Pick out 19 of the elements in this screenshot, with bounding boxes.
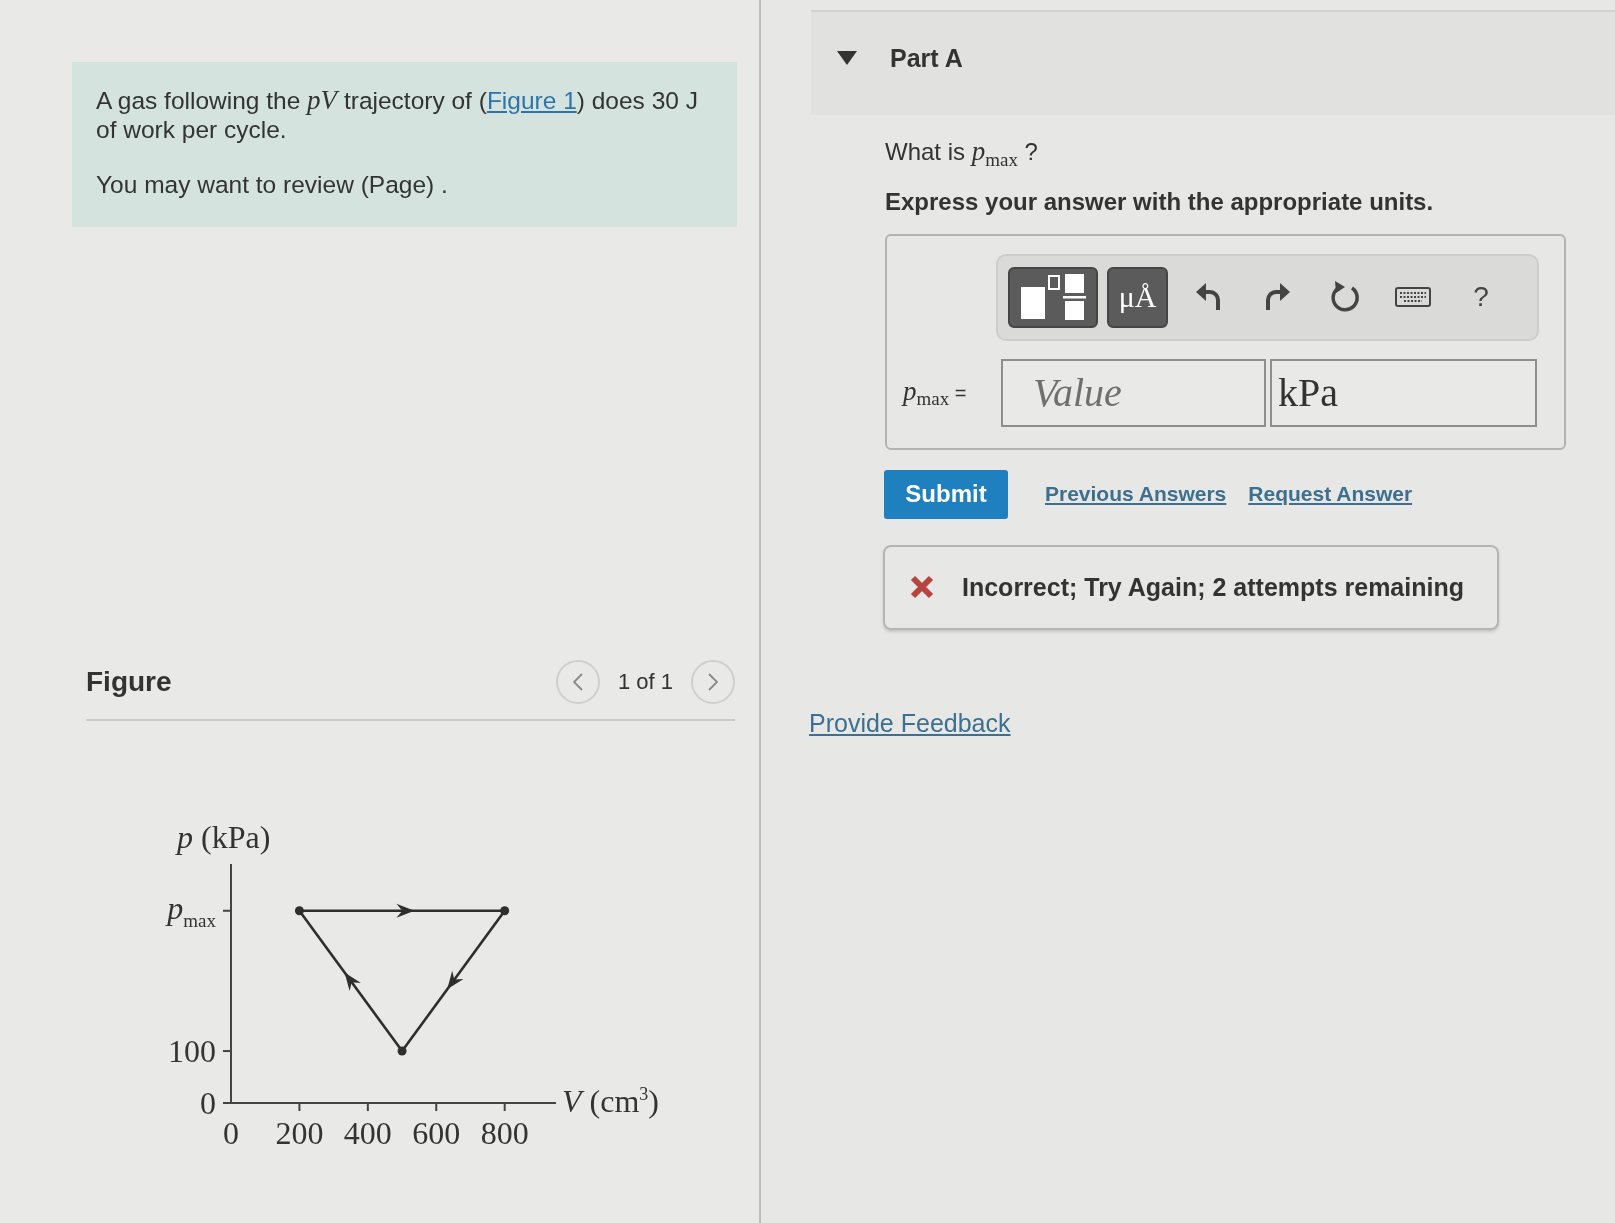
question-text: What is p$_{max}$ ? bbox=[885, 137, 1039, 172]
axis-label: p (kPa) bbox=[177, 821, 271, 853]
part-title: Part A bbox=[890, 44, 963, 73]
answer-label: p$_{max}$ = bbox=[903, 375, 968, 410]
tick-label: 400 bbox=[343, 1117, 392, 1149]
page-counter: 1 of 1 bbox=[617, 669, 673, 695]
feedback-message: Incorrect; Try Again; 2 attempts remaining bbox=[962, 572, 1464, 602]
tick-label: 0 bbox=[200, 1087, 216, 1119]
tick-label: p$_{max}$ bbox=[167, 892, 216, 930]
tick-label: 0 bbox=[223, 1117, 239, 1149]
review-note: You may want to review (Page) . bbox=[96, 170, 449, 199]
problem-statement: A gas following the pV trajectory of (Figure 1) does 30 J of work per cycle. bbox=[96, 86, 699, 144]
axis-label: V (cm$^{3}$) bbox=[562, 1085, 659, 1117]
instruction-text: Express your answer with the appropriate units. bbox=[885, 187, 1435, 216]
tick-label: 200 bbox=[275, 1117, 324, 1149]
figure-heading: Figure bbox=[86, 666, 172, 698]
tick-label: 600 bbox=[412, 1117, 461, 1149]
tick-label: 800 bbox=[480, 1117, 529, 1149]
tick-label: 100 bbox=[168, 1035, 216, 1068]
